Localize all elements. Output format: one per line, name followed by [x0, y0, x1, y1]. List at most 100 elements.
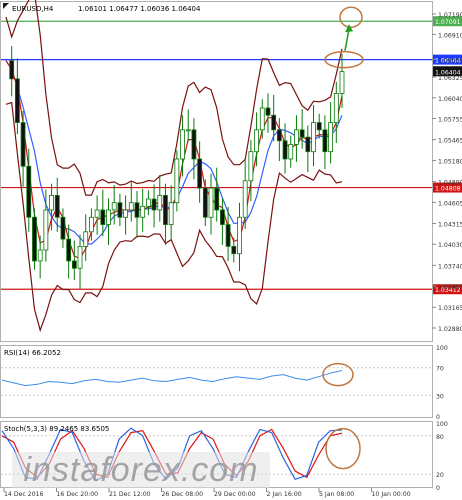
price-tick-label: 1.05180	[438, 158, 462, 165]
candle-body	[32, 216, 37, 262]
candle-body	[89, 216, 94, 233]
rsi-tick-label: 100	[436, 345, 448, 352]
price-tick-label: 1.03740	[438, 263, 462, 270]
price-tick-label: 1.02880	[438, 326, 462, 333]
candle-body	[225, 224, 231, 247]
price-tick-label: 1.06325	[438, 75, 462, 82]
candle-body	[37, 249, 43, 262]
candle-body	[145, 198, 151, 207]
candle-body	[20, 122, 26, 167]
candle-body	[185, 129, 191, 132]
time-tick-label: 10 Jan 00:00	[372, 491, 411, 498]
level-tag-label: 1.04808	[435, 186, 461, 193]
candle-body	[157, 195, 163, 211]
candle-body	[174, 158, 180, 204]
time-tick-label: 14 Dec 2016	[4, 491, 44, 498]
candle-body	[328, 122, 334, 153]
price-tick-label: 1.06040	[438, 96, 462, 103]
candle-body	[9, 60, 15, 80]
price-tick-label: 1.06910	[438, 32, 462, 39]
candle-body	[77, 246, 83, 269]
price-tick-label: 1.04605	[438, 200, 462, 207]
candle-body	[237, 216, 242, 255]
candle-body	[111, 202, 117, 211]
candle-body	[94, 209, 100, 218]
time-axis: 14 Dec 2016 16 Dec 20:00 21 Dec 12:00 26 De…	[3, 488, 411, 498]
time-tick-label: 21 Dec 12:00	[109, 491, 151, 498]
candle-body	[282, 140, 288, 160]
candle-body	[43, 209, 49, 251]
candle-body	[214, 187, 220, 211]
rsi-tick-label: 30	[436, 393, 444, 400]
candle-body	[316, 122, 322, 131]
candle-body	[311, 122, 316, 153]
candle-body	[339, 71, 345, 94]
candle-body	[294, 129, 299, 145]
candle-body	[100, 209, 106, 225]
candle-body	[208, 187, 214, 218]
candle-body	[220, 209, 225, 225]
price-tick-label: 1.07190	[438, 12, 462, 19]
candle-body	[49, 195, 54, 211]
candle-body	[265, 107, 271, 116]
time-tick-label: 16 Dec 20:00	[57, 491, 99, 498]
candle-body	[271, 114, 277, 131]
candle-body	[106, 209, 111, 225]
price-tick-label: 1.04315	[438, 221, 462, 228]
candle-body	[202, 187, 208, 218]
symbol-label: EURUSD,H4	[12, 5, 54, 13]
candle-body	[14, 78, 20, 123]
stoch-tick-label: 0	[436, 485, 440, 492]
candle-body	[276, 129, 282, 142]
candle-body	[259, 107, 265, 131]
candle-body	[242, 180, 248, 218]
candle-body	[140, 205, 146, 218]
time-tick-label: 2 Jan 16:00	[267, 491, 302, 498]
price-tick-label: 1.04030	[438, 242, 462, 249]
price-tick-label: 1.03165	[438, 305, 462, 312]
level-tag-label: 1.07091	[435, 19, 461, 26]
price-tick-label: 1.05755	[438, 117, 462, 124]
time-tick-label: 29 Dec 00:00	[214, 491, 256, 498]
candle-body	[231, 246, 237, 255]
candle-body	[180, 129, 185, 160]
rsi-tick-label: 70	[436, 366, 444, 373]
candle-body	[191, 129, 197, 160]
price-tick-label: 1.03455	[438, 284, 462, 291]
stoch-label: Stoch(5,3,3) 89.2465 83.6505	[4, 425, 109, 433]
stoch-tick-label: 100	[436, 421, 448, 428]
candle-body	[288, 144, 294, 160]
candle-body	[60, 216, 66, 240]
candle-body	[71, 260, 77, 269]
rsi-tick-label: 0	[436, 414, 440, 421]
candle-body	[83, 231, 89, 247]
candle-body	[333, 93, 339, 123]
candle-body	[322, 129, 328, 153]
price-chart: 1.070911.065641.048081.034121.06404 1007…	[0, 0, 462, 498]
candle-body	[254, 129, 259, 153]
price-tick-label: 1.06565	[438, 58, 462, 65]
candle-body	[248, 151, 254, 182]
candle-body	[66, 238, 72, 262]
candle-body	[197, 158, 203, 189]
stoch-tick-label: 20	[436, 472, 444, 479]
time-tick-label: 26 Dec 08:00	[162, 491, 204, 498]
candle-body	[117, 202, 123, 218]
rsi-pane	[0, 345, 433, 418]
candle-body	[128, 202, 134, 211]
candle-body	[305, 136, 311, 153]
candle-body	[168, 202, 174, 225]
candle-body	[54, 195, 60, 218]
candle-body	[163, 195, 168, 225]
candle-body	[134, 202, 140, 218]
time-tick-label: 5 Jan 08:00	[319, 491, 354, 498]
stoch-tick-label: 80	[436, 434, 444, 441]
price-tick-label: 1.04890	[438, 180, 462, 187]
candle-body	[299, 129, 305, 138]
candle-body	[123, 209, 128, 218]
candle-body	[151, 198, 157, 211]
rsi-label: RSI(14) 66.2052	[4, 349, 61, 357]
price-tick-label: 1.05465	[438, 138, 462, 145]
ohlc-values: 1.06101 1.06477 1.06036 1.06404	[78, 5, 201, 13]
candle-body	[26, 165, 32, 218]
